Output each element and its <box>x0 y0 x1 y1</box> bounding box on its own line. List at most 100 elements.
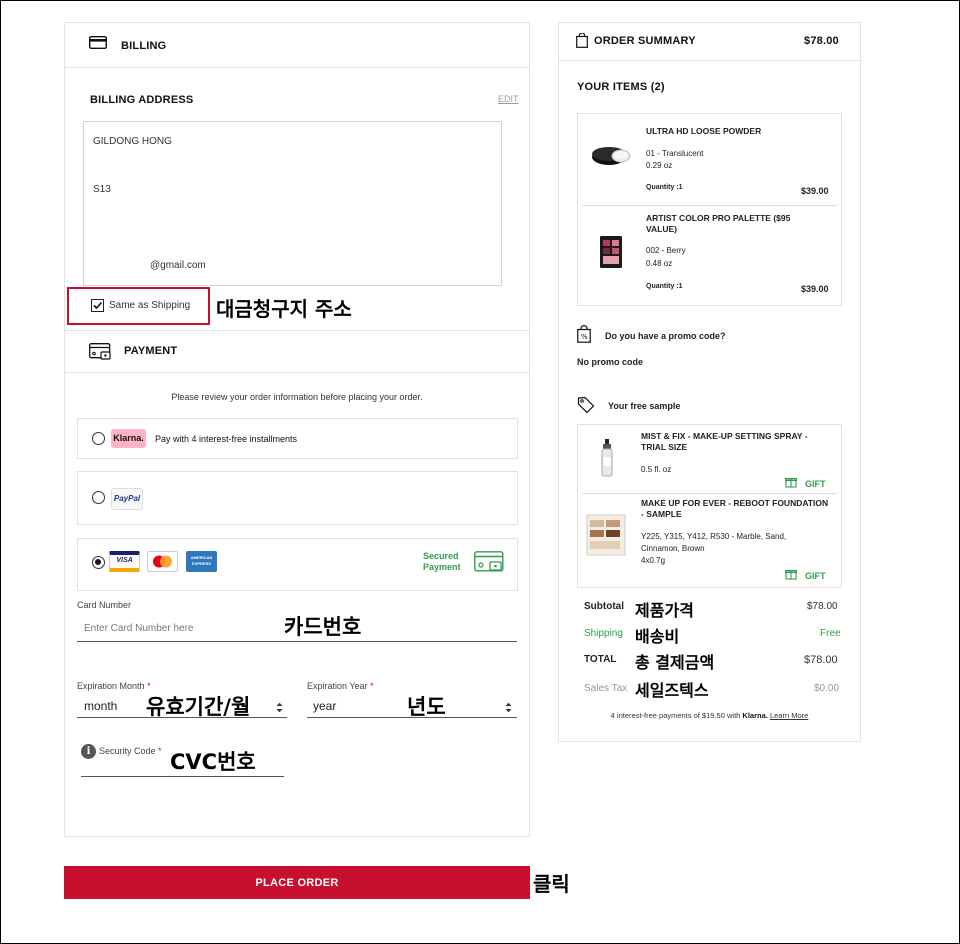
amex-logo: AMERICAN EXPRESS <box>186 551 217 572</box>
subtotal-annotation: 제품가격 <box>635 601 694 620</box>
billing-header: BILLING <box>64 22 530 68</box>
learn-more-link[interactable]: Learn More <box>770 711 808 720</box>
tax-annotation: 세일즈텍스 <box>635 681 709 700</box>
card-number-annotation: 카드번호 <box>284 615 362 639</box>
card-radio[interactable] <box>92 556 105 569</box>
item-price: $39.00 <box>801 284 829 294</box>
sample-gift-label: GIFT <box>805 479 826 489</box>
sample-gift-label: GIFT <box>805 571 826 581</box>
gift-icon <box>784 475 798 493</box>
order-summary-total: $78.00 <box>804 35 839 47</box>
exp-year-label: Expiration Year * <box>307 681 374 691</box>
exp-month-label-text: Expiration Month <box>77 681 145 691</box>
payment-title: PAYMENT <box>124 345 178 357</box>
sample-detail: Y225, Y315, Y412, R530 - Marble, Sand, C… <box>641 532 787 553</box>
payment-notice: Please review your order information bef… <box>171 392 423 402</box>
total-annotation: 총 결제금액 <box>635 653 715 672</box>
list-item: ARTIST COLOR PRO PALETTE ($95 VALUE) 002… <box>578 206 841 305</box>
paypal-radio[interactable] <box>92 491 105 504</box>
same-as-shipping-label[interactable]: Same as Shipping <box>109 300 190 311</box>
list-item: MIST & FIX - MAKE-UP SETTING SPRAY - TRI… <box>578 425 841 493</box>
card-number-placeholder: Enter Card Number here <box>84 623 194 634</box>
billing-address-line: S13 <box>93 184 111 195</box>
info-icon[interactable]: i <box>81 744 96 759</box>
billing-email: @gmail.com <box>150 260 206 271</box>
credit-card-icon <box>88 35 108 54</box>
tax-value: $0.00 <box>814 683 840 694</box>
promo-bag-icon: % <box>577 325 591 348</box>
list-item: MAKE UP FOR EVER - REBOOT FOUNDATION - S… <box>578 494 841 587</box>
klarna-note-brand: Klarna. <box>742 711 768 720</box>
klarna-text: Pay with 4 interest-free installments <box>155 434 298 444</box>
card-option[interactable]: VISA AMERICAN EXPRESS Secured Payment <box>77 538 518 591</box>
place-order-annotation: 클릭 <box>533 872 570 896</box>
klarna-radio[interactable] <box>92 432 105 445</box>
item-size: 0.48 oz <box>646 259 673 268</box>
items-box: ULTRA HD LOOSE POWDER 01 - Translucent 0… <box>577 113 842 306</box>
exp-month-annotation: 유효기간/월 <box>146 695 251 719</box>
shipping-value: Free <box>820 628 841 639</box>
your-items-title: YOUR ITEMS (2) <box>577 81 665 93</box>
klarna-option[interactable]: Klarna. Pay with 4 interest-free install… <box>77 418 518 459</box>
klarna-note-text: 4 interest-free payments of $19.50 with <box>610 711 741 720</box>
security-code-label-text: Security Code <box>99 746 156 756</box>
svg-text:%: % <box>581 333 588 341</box>
item-name: ARTIST COLOR PRO PALETTE ($95 VALUE) <box>646 213 791 234</box>
sample-name: MAKE UP FOR EVER - REBOOT FOUNDATION - S… <box>641 498 829 519</box>
same-as-shipping-checkbox[interactable] <box>91 299 104 312</box>
billing-address-box: GILDONG HONG S13 @gmail.com <box>83 121 502 286</box>
item-price: $39.00 <box>801 186 829 196</box>
order-summary-header: ORDER SUMMARY $78.00 <box>558 22 861 61</box>
subtotal-value: $78.00 <box>807 601 838 612</box>
mastercard-logo <box>147 551 178 572</box>
shipping-annotation: 배송비 <box>635 627 680 646</box>
promo-question[interactable]: Do you have a promo code? <box>605 331 726 341</box>
subtotal-label: Subtotal <box>584 601 624 612</box>
foundation-sample-image <box>586 514 626 561</box>
select-arrows-icon <box>505 700 512 718</box>
klarna-badge: Klarna. <box>111 429 146 448</box>
paypal-option[interactable]: PayPal <box>77 471 518 525</box>
payment-card-icon <box>89 343 112 365</box>
tag-icon <box>577 396 595 419</box>
list-item: ULTRA HD LOOSE POWDER 01 - Translucent 0… <box>578 114 841 205</box>
klarna-note: 4 interest-free payments of $19.50 with … <box>558 711 861 720</box>
shopping-bag-icon <box>576 32 588 53</box>
select-arrows-icon <box>276 700 283 718</box>
edit-link[interactable]: EDIT <box>498 94 519 104</box>
place-order-button[interactable]: PLACE ORDER <box>64 866 530 899</box>
total-value: $78.00 <box>804 654 838 666</box>
shipping-label: Shipping <box>584 628 623 639</box>
security-code-annotation: CVC번호 <box>170 750 256 774</box>
item-quantity: Quantity :1 <box>646 184 683 191</box>
billing-annotation: 대금청구지 주소 <box>216 297 352 321</box>
paypal-badge: PayPal <box>111 488 143 510</box>
tax-label: Sales Tax <box>584 683 628 694</box>
security-code-required-mark: * <box>158 746 162 756</box>
billing-name: GILDONG HONG <box>93 136 172 147</box>
exp-month-required-mark: * <box>147 681 151 691</box>
item-name: ULTRA HD LOOSE POWDER <box>646 126 762 136</box>
exp-year-annotation: 년도 <box>407 695 446 719</box>
item-size: 0.29 oz <box>646 161 673 170</box>
item-variant: 01 - Translucent <box>646 149 704 158</box>
free-sample-title: Your free sample <box>608 401 681 411</box>
secured-payment-icon <box>474 551 505 578</box>
billing-title: BILLING <box>121 40 167 52</box>
card-number-label: Card Number <box>77 600 132 610</box>
order-summary-title: ORDER SUMMARY <box>594 35 696 47</box>
total-label: TOTAL <box>584 654 617 665</box>
exp-month-value: month <box>84 699 118 713</box>
setting-spray-image <box>600 439 614 482</box>
sample-detail: 0.5 fl. oz <box>641 465 672 474</box>
payment-header: PAYMENT <box>64 330 530 373</box>
sample-name: MIST & FIX - MAKE-UP SETTING SPRAY - TRI… <box>641 431 808 452</box>
billing-address-title: BILLING ADDRESS <box>90 94 194 106</box>
item-quantity: Quantity :1 <box>646 283 683 290</box>
visa-logo: VISA <box>109 551 140 572</box>
exp-month-label: Expiration Month * <box>77 681 151 691</box>
exp-year-value: year <box>313 699 337 713</box>
sample-detail-size: 4x0.7g <box>641 556 666 565</box>
item-variant: 002 - Berry <box>646 246 686 255</box>
exp-year-label-text: Expiration Year <box>307 681 368 691</box>
